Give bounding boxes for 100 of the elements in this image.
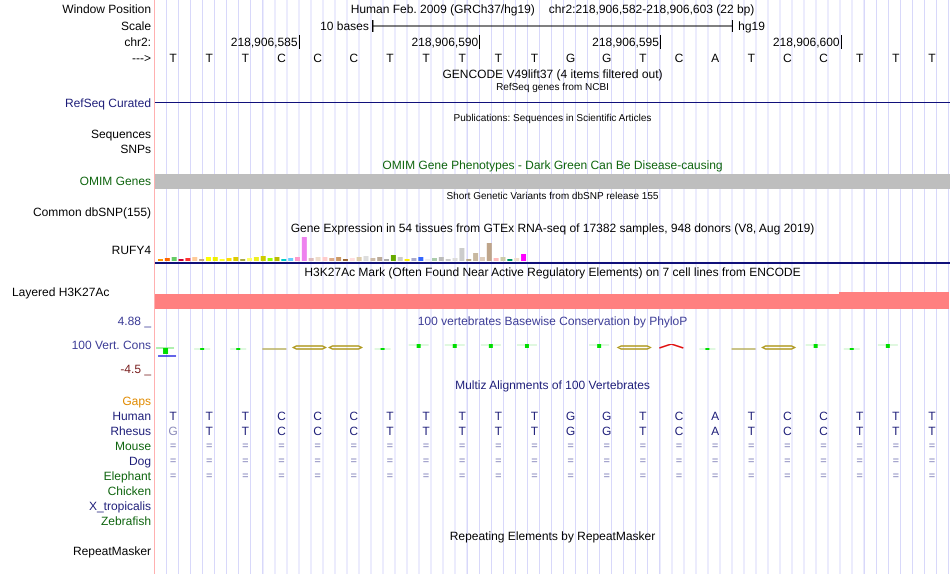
alignment-gap: = (856, 438, 863, 452)
alignment-gap: = (603, 468, 610, 482)
track-title: Multiz Alignments of 100 Vertebrates (455, 378, 650, 392)
species-label[interactable]: Mouse (114, 438, 151, 452)
alignment-gap: = (676, 468, 682, 482)
base-letter: T (169, 51, 177, 65)
base-letter: T (892, 408, 900, 422)
base-letter: T (386, 408, 394, 422)
species-label[interactable]: Dog (128, 454, 151, 468)
alignment-gap: = (206, 438, 212, 452)
alignment-gap: = (350, 468, 357, 482)
alignment-gap: = (350, 454, 357, 468)
base-letter: T (748, 424, 755, 438)
alignment-gap: = (928, 468, 936, 482)
base-letter: T (169, 408, 177, 422)
base-letter: T (494, 408, 502, 422)
base-letter: C (819, 424, 828, 438)
assembly-title: Human Feb. 2009 (GRCh37/hg19) (350, 2, 535, 16)
base-letter: T (856, 51, 864, 65)
ruler-tick: 218,906,585 (230, 35, 300, 49)
base-letter: G (168, 424, 178, 438)
alignment-gap: = (892, 454, 899, 468)
alignment-gap: = (314, 468, 321, 482)
base-letter: T (748, 408, 755, 422)
track-label[interactable]: chr2: (124, 35, 151, 49)
alignment-gap: = (820, 454, 827, 468)
base-letter: T (386, 51, 394, 65)
base-letter: G (566, 51, 576, 65)
ruler-tick: 218,906,600 (772, 35, 842, 49)
base-letter: T (856, 408, 864, 422)
species-label[interactable]: Chicken (108, 484, 151, 498)
species-label[interactable]: Elephant (104, 468, 151, 482)
alignment-gap: = (603, 454, 610, 468)
alignment-gap: = (567, 438, 574, 452)
scale-text: 10 bases (320, 18, 370, 32)
species-label[interactable]: Human (112, 408, 151, 422)
base-letter: A (711, 424, 720, 438)
base-letter: T (422, 51, 430, 65)
alignment-gap: = (458, 468, 466, 482)
base-letter: C (819, 408, 828, 422)
species-label[interactable]: Rhesus (110, 424, 151, 438)
track-label[interactable]: Window Position (62, 2, 151, 16)
base-letter: C (313, 408, 322, 422)
base-letter: T (856, 424, 864, 438)
alignment-gap: = (567, 468, 574, 482)
base-letter: T (892, 424, 900, 438)
alignment-gap: = (242, 438, 249, 452)
track-label[interactable]: 100 Vert. Cons (72, 338, 151, 352)
track-label[interactable]: RUFY4 (112, 243, 151, 257)
track-label[interactable]: Layered H3K27Ac (0, 284, 110, 298)
alignment-gap: = (531, 438, 538, 452)
base-letter: T (494, 424, 502, 438)
alignment-gap: = (640, 454, 646, 468)
alignment-gap: = (784, 438, 791, 452)
base-letter: A (711, 408, 720, 422)
alignment-gap: = (712, 438, 718, 452)
base-letter: T (242, 408, 249, 422)
base-letter: T (422, 424, 430, 438)
base-letter: T (928, 424, 936, 438)
base-letter: C (349, 51, 358, 65)
track-label[interactable]: SNPs (120, 142, 151, 156)
base-letter: G (602, 51, 612, 65)
base-letter: T (494, 51, 502, 65)
base-letter: T (206, 51, 213, 65)
track-title: Repeating Elements by RepeatMasker (450, 528, 656, 542)
axis-max: 4.88 _ (118, 314, 151, 328)
alignment-gap: = (386, 438, 394, 452)
species-label[interactable]: Zebrafish (100, 514, 151, 528)
alignment-gap: = (531, 468, 538, 482)
alignment-gap: = (386, 468, 394, 482)
alignment-gap: = (350, 438, 357, 452)
base-letter: C (349, 408, 358, 422)
track-title: RefSeq genes from NCBI (496, 81, 609, 95)
base-letter: T (928, 408, 936, 422)
base-letter: G (602, 408, 612, 422)
track-label[interactable]: Scale (120, 18, 151, 32)
alignment-gap: = (928, 454, 936, 468)
alignment-gap: = (386, 454, 394, 468)
alignment-gap: = (242, 468, 249, 482)
base-letter: T (639, 51, 646, 65)
track-label[interactable]: RefSeq Curated (64, 96, 151, 110)
track-label[interactable]: Common dbSNP(155) (32, 204, 151, 218)
track-title: Gene Expression in 54 tissues from GTEx RNA-seq of 17382 samples, 948 donors (V8, Aug 2019) (290, 220, 814, 234)
alignment-gap: = (567, 454, 574, 468)
base-letter: T (458, 424, 466, 438)
species-label[interactable]: X_tropicalis (88, 498, 151, 512)
alignment-gap: = (314, 438, 321, 452)
base-letter: C (819, 51, 828, 65)
base-letter: T (530, 51, 538, 65)
track-label[interactable]: Sequences (90, 126, 151, 140)
track-label[interactable]: OMIM Genes (80, 174, 151, 188)
strand-arrow[interactable]: ---> (132, 51, 151, 65)
alignment-gap: = (242, 454, 249, 468)
alignment-gap: = (170, 454, 176, 468)
ruler-tick: 218,906,590 (411, 35, 480, 49)
track-title: GENCODE V49lift37 (4 items filtered out) (442, 66, 663, 80)
base-letter: T (206, 424, 213, 438)
base-letter: A (711, 51, 720, 65)
alignment-gap: = (784, 454, 791, 468)
track-label[interactable]: RepeatMasker (72, 544, 151, 558)
